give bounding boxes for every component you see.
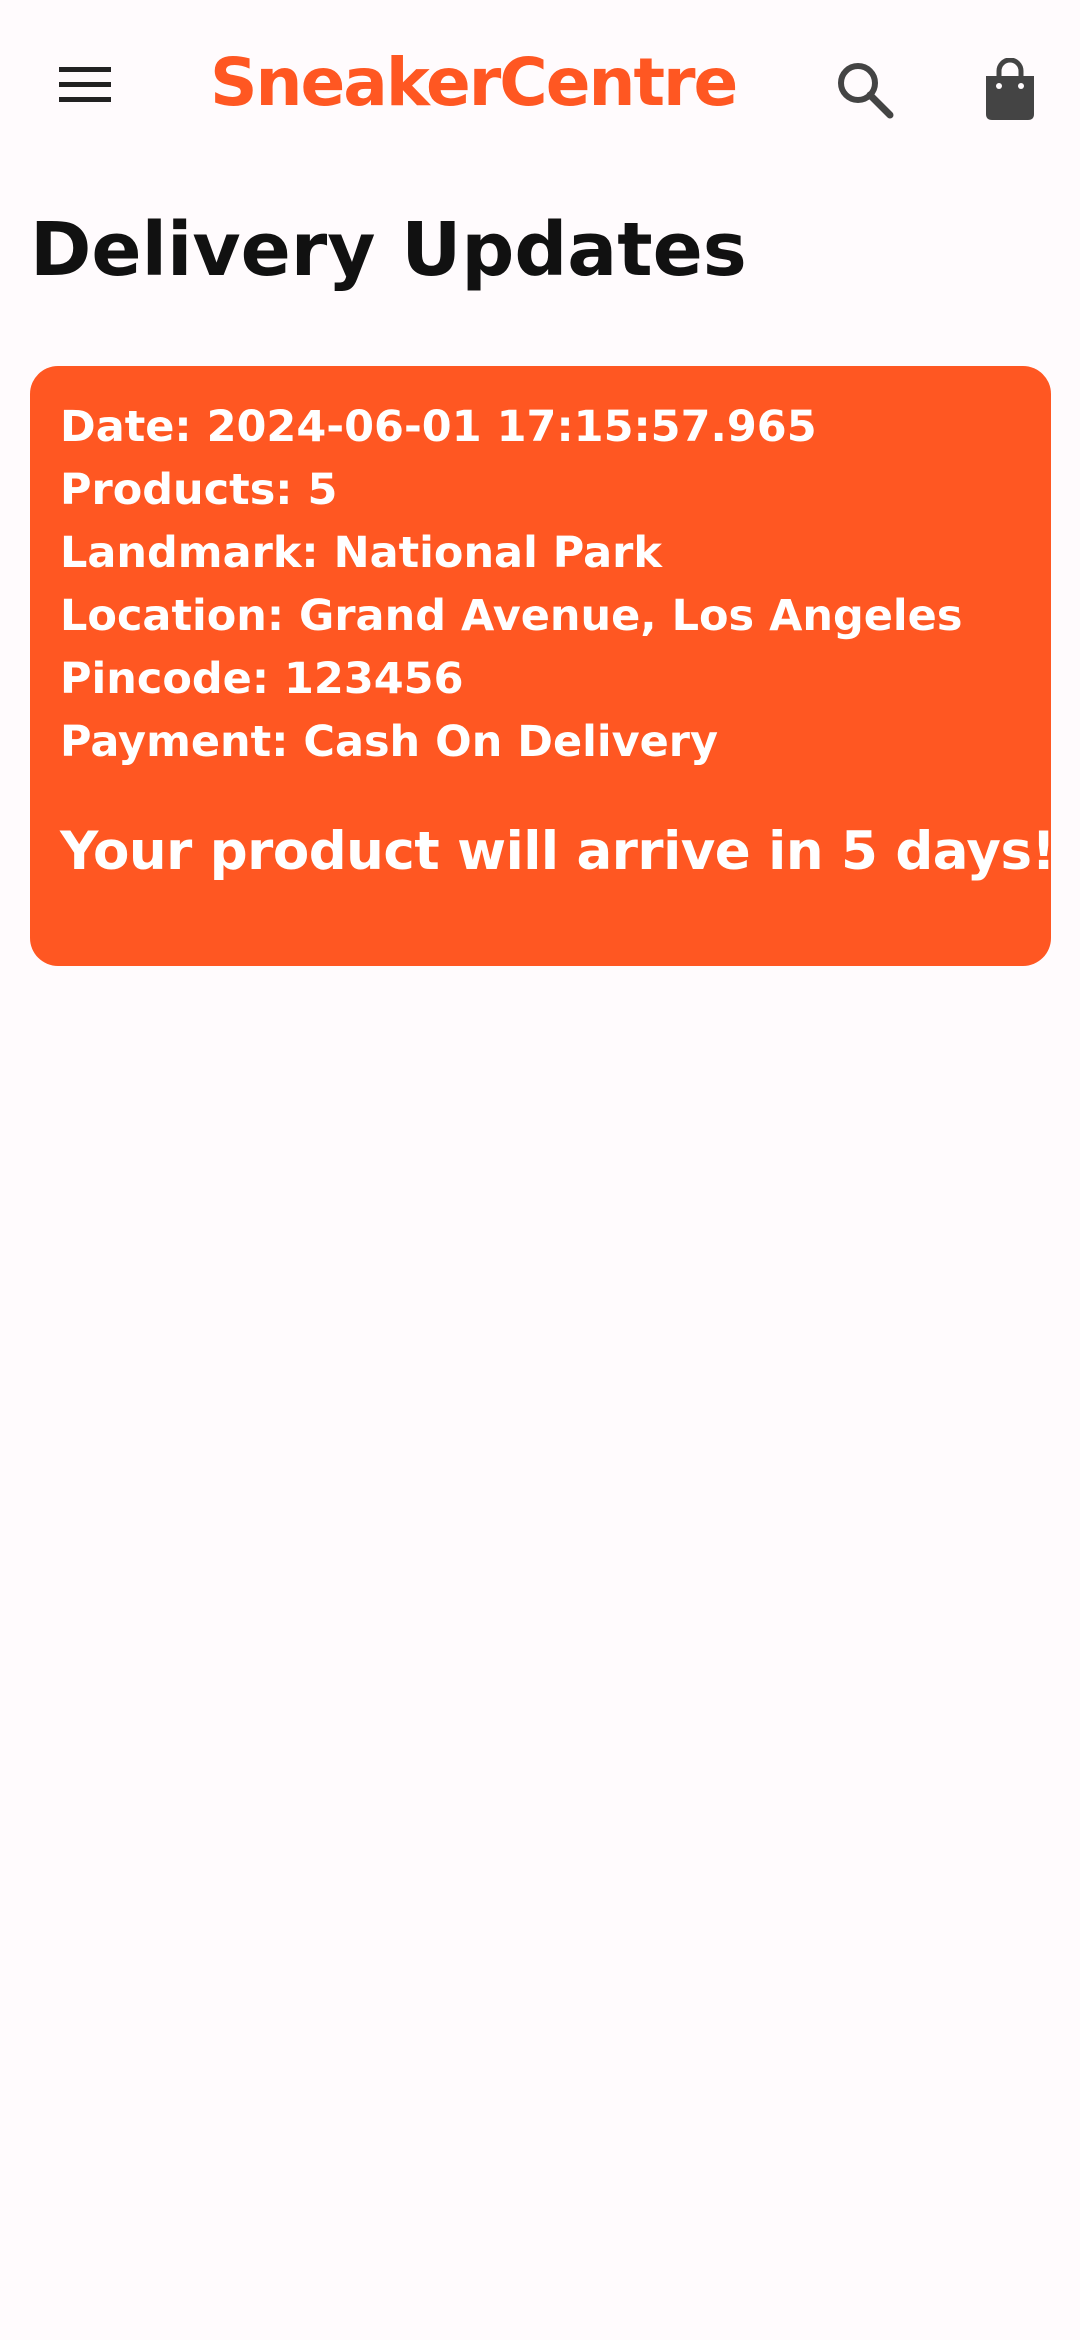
shopping-bag-icon: [986, 58, 1034, 120]
menu-icon: [59, 67, 111, 102]
search-button[interactable]: [810, 35, 920, 145]
delivery-landmark: Landmark: National Park: [60, 528, 662, 578]
brand-logo: SneakerCentre: [210, 44, 738, 121]
delivery-date: Date: 2024-06-01 17:15:57.965: [60, 402, 817, 452]
delivery-payment: Payment: Cash On Delivery: [60, 717, 719, 767]
shopping-bag-button[interactable]: [955, 35, 1065, 145]
menu-button[interactable]: [30, 30, 140, 140]
arrival-message: Your product will arrive in 5 days!: [60, 821, 1056, 882]
delivery-products: Products: 5: [60, 465, 338, 515]
delivery-location: Location: Grand Avenue, Los Angeles: [60, 591, 963, 641]
page-title: Delivery Updates: [30, 207, 747, 293]
search-icon: [838, 63, 894, 119]
delivery-pincode: Pincode: 123456: [60, 654, 464, 704]
delivery-update-card: Date: 2024-06-01 17:15:57.965 Products: …: [30, 366, 1056, 966]
app-bar: SneakerCentre: [0, 0, 1080, 170]
